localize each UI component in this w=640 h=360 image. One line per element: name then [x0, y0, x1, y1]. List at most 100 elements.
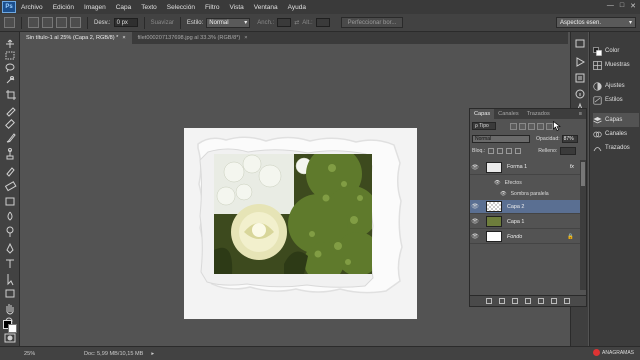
healing-brush-icon[interactable] [5, 119, 15, 129]
effects-row[interactable]: 👁 Efectos [470, 177, 580, 188]
add-mask-icon[interactable] [512, 298, 518, 304]
lock-transparency-icon[interactable] [488, 148, 495, 154]
new-selection-icon[interactable] [28, 17, 39, 28]
menu-vista[interactable]: Vista [224, 4, 248, 11]
lasso-icon[interactable] [5, 63, 15, 73]
close-icon[interactable]: × [122, 35, 125, 41]
tab-trazados[interactable]: Trazados [523, 109, 554, 119]
properties-panel-icon[interactable] [575, 73, 585, 83]
effects-eye-icon[interactable]: 👁 [494, 180, 501, 186]
dock-color[interactable]: Color [593, 44, 639, 58]
dock-ajustes[interactable]: Ajustes [593, 79, 639, 93]
menu-archivo[interactable]: Archivo [16, 4, 48, 11]
blur-icon[interactable] [7, 211, 13, 221]
tab-sin-titulo[interactable]: Sin título-1 al 25% (Capa 2, RGB/8) * × [20, 32, 132, 44]
delete-layer-icon[interactable] [564, 298, 570, 304]
tab-canales[interactable]: Canales [494, 109, 523, 119]
visibility-eye-icon[interactable]: 👁 [470, 218, 480, 225]
close-icon[interactable]: × [244, 35, 247, 41]
layer-capa-1[interactable]: 👁 Capa 1 [470, 215, 580, 229]
history-panel-icon[interactable] [575, 39, 585, 48]
new-layer-icon[interactable] [551, 298, 557, 304]
opacity-input[interactable]: 87% [561, 135, 578, 143]
marquee-tool-icon[interactable] [4, 17, 15, 28]
fx-icon[interactable]: fx [570, 164, 574, 170]
quick-mask-icon[interactable] [0, 332, 20, 346]
intersect-selection-icon[interactable] [70, 17, 81, 28]
actions-panel-icon[interactable] [576, 57, 586, 67]
pen-icon[interactable] [6, 242, 14, 254]
filter-pixel-icon[interactable] [510, 122, 517, 130]
lock-all-icon[interactable] [515, 148, 522, 154]
width-input[interactable] [277, 18, 292, 27]
eraser-icon[interactable] [4, 181, 17, 192]
layer-fondo[interactable]: 👁 Fondo 🔒 [470, 230, 580, 244]
close-button[interactable]: ✕ [630, 2, 636, 10]
clone-stamp-icon[interactable] [6, 148, 14, 160]
info-panel-icon[interactable] [575, 89, 585, 99]
menu-imagen[interactable]: Imagen [79, 4, 111, 11]
menu-texto[interactable]: Texto [136, 4, 162, 11]
feather-input[interactable]: 0 px [113, 18, 138, 27]
dock-muestras[interactable]: Muestras [593, 58, 639, 72]
menu-capa[interactable]: Capa [111, 4, 137, 11]
gradient-icon[interactable] [5, 197, 15, 206]
layer-forma-1[interactable]: 👁 Forma 1 fx [470, 160, 580, 175]
visibility-eye-icon[interactable]: 👁 [470, 233, 480, 240]
history-brush-icon[interactable] [6, 167, 15, 177]
filter-smart-object-icon[interactable] [546, 122, 553, 130]
scrollbar-thumb[interactable] [581, 162, 585, 186]
status-arrow-icon[interactable]: ▸ [151, 351, 154, 357]
rectangle-marquee-icon[interactable] [5, 51, 15, 60]
document-canvas[interactable] [184, 128, 417, 319]
crop-icon[interactable] [6, 90, 16, 100]
hand-icon[interactable] [6, 304, 14, 315]
eyedropper-icon[interactable] [6, 107, 16, 117]
quick-select-icon[interactable] [6, 76, 15, 84]
drop-shadow-eye-icon[interactable]: 👁 [500, 191, 507, 197]
dock-canales[interactable]: Canales [593, 127, 639, 141]
add-style-icon[interactable] [499, 298, 505, 304]
dock-capas[interactable]: Capas [593, 113, 639, 127]
antialias-checkbox[interactable]: Suavizar [151, 20, 174, 26]
layer-capa-2[interactable]: 👁 Capa 2 [470, 200, 580, 214]
menu-seleccion[interactable]: Selección [162, 4, 200, 11]
layers-scrollbar[interactable] [580, 160, 586, 290]
menu-ventana[interactable]: Ventana [249, 4, 283, 11]
blend-mode-select[interactable]: Normal [472, 135, 530, 143]
swap-icon[interactable]: ⇄ [294, 19, 299, 26]
workspace-select[interactable]: Aspectos esen. ▾ [556, 17, 636, 28]
subtract-selection-icon[interactable] [56, 17, 67, 28]
menu-ayuda[interactable]: Ayuda [283, 4, 311, 11]
panel-menu-icon[interactable]: ≡ [575, 109, 586, 119]
filter-type-icon[interactable] [528, 122, 535, 130]
menu-edicion[interactable]: Edición [48, 4, 79, 11]
fill-input[interactable] [560, 147, 577, 155]
drop-shadow-row[interactable]: 👁 Sombra paralela [470, 188, 580, 199]
lock-pixels-icon[interactable] [497, 148, 504, 154]
tab-filet-jpg[interactable]: filet000207137698.jpg al 33.3% (RGB/8*) … [131, 32, 254, 44]
style-select[interactable]: Normal ▾ [206, 17, 251, 28]
tab-capas[interactable]: Capas [470, 109, 495, 119]
shape-icon[interactable] [5, 289, 15, 298]
new-adjustment-icon[interactable] [525, 298, 531, 304]
brush-icon[interactable] [6, 133, 16, 143]
type-icon[interactable] [6, 259, 14, 268]
dodge-icon[interactable] [6, 226, 14, 237]
height-input[interactable] [315, 18, 330, 27]
dock-trazados[interactable]: Trazados [593, 141, 639, 155]
link-layers-icon[interactable] [486, 298, 492, 304]
new-group-icon[interactable] [538, 298, 544, 304]
visibility-eye-icon[interactable]: 👁 [470, 164, 480, 171]
add-selection-icon[interactable] [42, 17, 53, 28]
visibility-eye-icon[interactable]: 👁 [470, 203, 480, 210]
maximize-button[interactable]: □ [620, 2, 624, 10]
path-selection-icon[interactable] [7, 274, 14, 286]
filter-type-select[interactable]: ρ Tipo [472, 122, 496, 130]
dock-estilos[interactable]: Estilos [593, 93, 639, 107]
minimize-button[interactable]: — [607, 2, 614, 10]
menu-filtro[interactable]: Filtro [200, 4, 224, 11]
lock-position-icon[interactable] [506, 148, 513, 154]
zoom-level[interactable]: 25% [24, 351, 64, 357]
filter-shape-icon[interactable] [537, 122, 544, 130]
